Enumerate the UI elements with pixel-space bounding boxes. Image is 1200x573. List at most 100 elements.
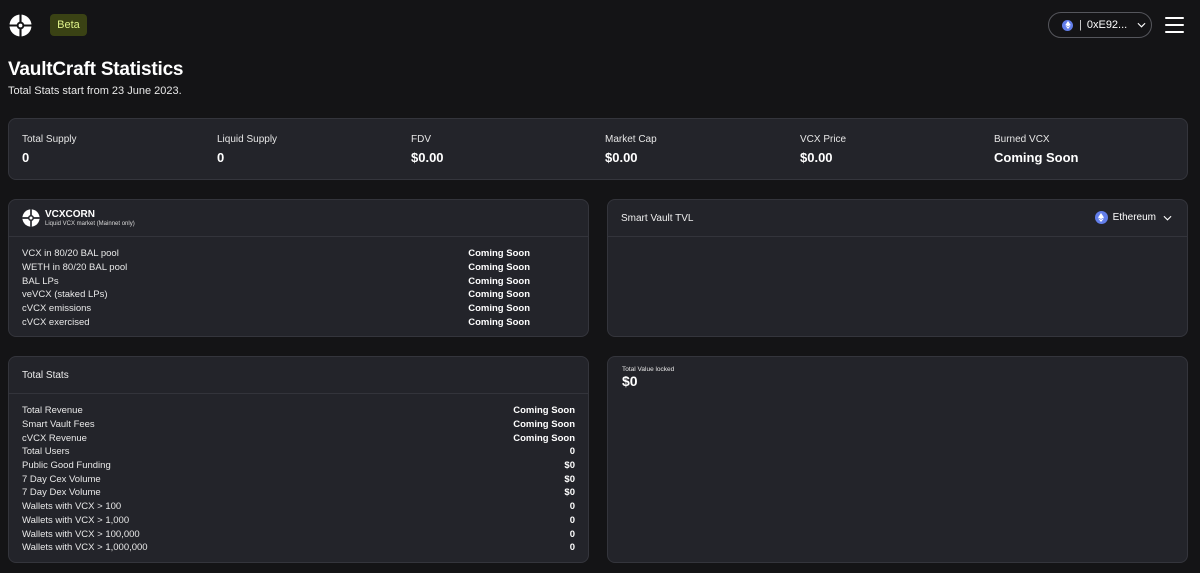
vcxcorn-subtitle: Liquid VCX market (Mainnet only) [45, 221, 135, 227]
list-item: Smart Vault Fees Coming Soon [22, 418, 575, 432]
row-label: Wallets with VCX > 100 [22, 501, 122, 513]
chevron-down-icon [1163, 215, 1172, 221]
row-value: $0 [564, 473, 575, 485]
row-value: 0 [569, 528, 575, 540]
row-label: cVCX emissions [22, 303, 92, 315]
row-value: 0 [569, 446, 575, 458]
list-item: BAL LPs Coming Soon [22, 274, 575, 288]
row-value: Coming Soon [468, 316, 530, 328]
total-value-locked-card: Total Value locked $0 [607, 356, 1188, 563]
row-label: Public Good Funding [22, 460, 111, 472]
vcxcorn-title: VCXCORN [45, 209, 96, 220]
row-value: 0 [569, 542, 575, 554]
row-label: VCX in 80/20 BAL pool [22, 248, 119, 260]
network-selector[interactable]: Ethereum [1094, 211, 1172, 224]
stat-vcx-price: VCX Price $0.00 [800, 134, 846, 165]
row-label: WETH in 80/20 BAL pool [22, 262, 128, 274]
row-value: Coming Soon [513, 419, 575, 431]
wallet-separator: | [1079, 19, 1082, 31]
vaultcraft-logo-icon[interactable] [9, 14, 32, 37]
row-label: 7 Day Dex Volume [22, 487, 101, 499]
row-value: 0 [569, 501, 575, 513]
stat-label: Liquid Supply [217, 134, 278, 145]
beta-badge: Beta [50, 14, 87, 36]
tvl-header: Smart Vault TVL Ethereum [608, 200, 1187, 237]
stat-label: Burned VCX [994, 134, 1050, 145]
list-item: Wallets with VCX > 100,000 0 [22, 527, 575, 541]
stat-label: Total Supply [22, 134, 77, 145]
row-label: 7 Day Cex Volume [22, 473, 101, 485]
vcxcorn-card: VCXCORN Liquid VCX market (Mainnet only)… [8, 199, 589, 337]
list-item: VCX in 80/20 BAL pool Coming Soon [22, 247, 575, 261]
vaultcraft-logo-icon [22, 209, 40, 227]
page-subtitle: Total Stats start from 23 June 2023. [8, 85, 182, 97]
total-stats-header: Total Stats [9, 357, 588, 394]
stat-value: $0.00 [411, 150, 444, 165]
stat-market-cap: Market Cap $0.00 [605, 134, 657, 165]
row-value: Coming Soon [513, 405, 575, 417]
row-value: 0 [569, 514, 575, 526]
row-value: $0 [564, 460, 575, 472]
tvl-locked-value: $0 [622, 373, 638, 389]
stat-value: Coming Soon [994, 150, 1079, 165]
stat-value: 0 [22, 150, 30, 165]
list-item: 7 Day Cex Volume $0 [22, 472, 575, 486]
row-label: Wallets with VCX > 1,000,000 [22, 542, 148, 554]
ethereum-icon [1062, 19, 1073, 31]
tvl-locked-label: Total Value locked [622, 366, 675, 373]
stat-fdv: FDV $0.00 [411, 134, 444, 165]
row-label: veVCX (staked LPs) [22, 289, 108, 301]
list-item: Wallets with VCX > 100 0 [22, 500, 575, 514]
network-label: Ethereum [1112, 212, 1156, 223]
row-value: Coming Soon [468, 275, 530, 287]
stat-burned-vcx: Burned VCX Coming Soon [994, 134, 1079, 165]
stat-liquid-supply: Liquid Supply 0 [217, 134, 277, 165]
list-item: 7 Day Dex Volume $0 [22, 486, 575, 500]
stat-label: Market Cap [605, 134, 657, 145]
vcxcorn-header: VCXCORN Liquid VCX market (Mainnet only) [9, 200, 588, 237]
list-item: cVCX Revenue Coming Soon [22, 431, 575, 445]
stat-label: VCX Price [800, 134, 847, 145]
row-label: cVCX exercised [22, 316, 90, 328]
row-value: $0 [564, 487, 575, 499]
row-label: Wallets with VCX > 100,000 [22, 528, 140, 540]
smart-vault-tvl-card: Smart Vault TVL Ethereum [607, 199, 1188, 337]
total-stats-list: Total Revenue Coming Soon Smart Vault Fee… [9, 394, 588, 555]
chevron-down-icon [1137, 22, 1146, 28]
row-value: Coming Soon [468, 289, 530, 301]
row-label: Wallets with VCX > 1,000 [22, 514, 130, 526]
list-item: cVCX emissions Coming Soon [22, 302, 575, 316]
row-label: Total Revenue [22, 405, 83, 417]
stat-value: $0.00 [800, 150, 833, 165]
total-stats-title: Total Stats [22, 369, 69, 381]
list-item: Wallets with VCX > 1,000 0 [22, 514, 575, 528]
row-value: Coming Soon [513, 432, 575, 444]
stat-total-supply: Total Supply 0 [22, 134, 76, 165]
stat-label: FDV [411, 134, 431, 145]
list-item: Total Revenue Coming Soon [22, 404, 575, 418]
stat-value: 0 [217, 150, 225, 165]
row-label: Smart Vault Fees [22, 419, 95, 431]
stat-value: $0.00 [605, 150, 638, 165]
row-label: cVCX Revenue [22, 432, 87, 444]
stats-summary-card: Total Supply 0 Liquid Supply 0 FDV $0.00… [8, 118, 1188, 180]
list-item: Total Users 0 [22, 445, 575, 459]
page-title: VaultCraft Statistics [8, 59, 184, 80]
row-label: Total Users [22, 446, 70, 458]
wallet-button[interactable]: | 0xE92... [1048, 12, 1152, 38]
ethereum-icon [1094, 211, 1108, 224]
list-item: cVCX exercised Coming Soon [22, 315, 575, 329]
hamburger-menu-icon[interactable] [1165, 17, 1184, 33]
row-label: BAL LPs [22, 275, 59, 287]
row-value: Coming Soon [468, 262, 530, 274]
list-item: Wallets with VCX > 1,000,000 0 [22, 541, 575, 555]
list-item: Public Good Funding $0 [22, 459, 575, 473]
tvl-title: Smart Vault TVL [621, 212, 694, 224]
vcxcorn-list: VCX in 80/20 BAL pool Coming Soon WETH in… [9, 237, 588, 329]
total-stats-card: Total Stats Total Revenue Coming Soon Sma… [8, 356, 589, 563]
row-value: Coming Soon [468, 303, 530, 315]
row-value: Coming Soon [468, 248, 530, 260]
list-item: veVCX (staked LPs) Coming Soon [22, 288, 575, 302]
list-item: WETH in 80/20 BAL pool Coming Soon [22, 261, 575, 275]
wallet-address: 0xE92... [1086, 19, 1128, 31]
